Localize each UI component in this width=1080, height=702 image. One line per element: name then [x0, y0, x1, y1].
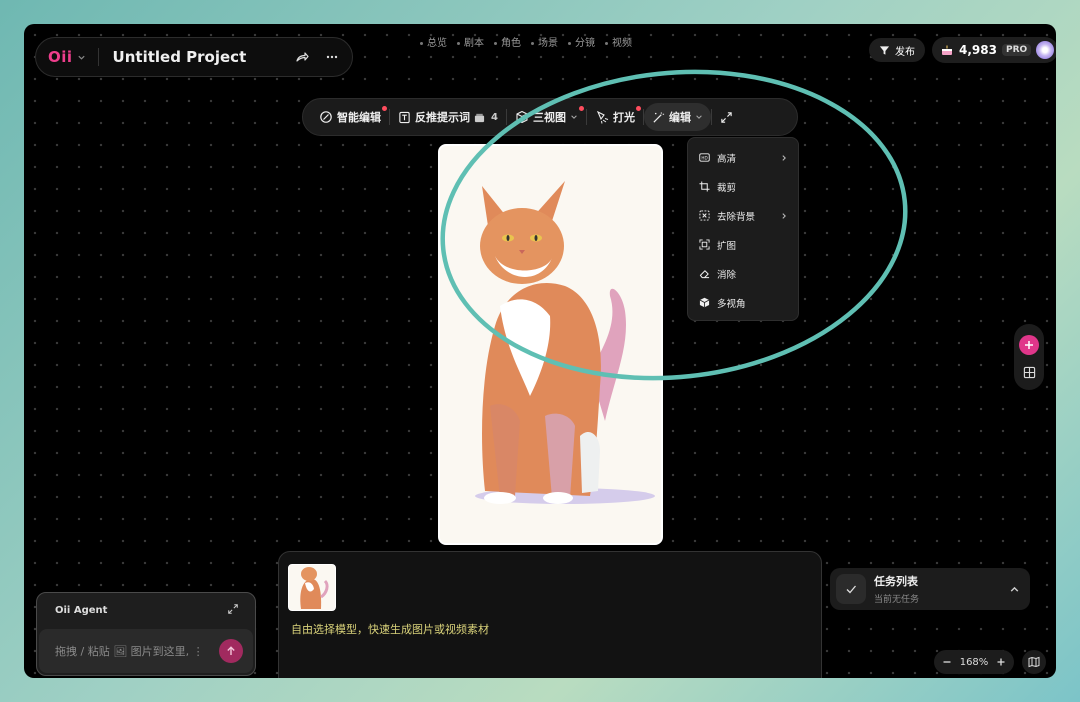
- add-node-button[interactable]: [1019, 335, 1039, 356]
- three-view-button[interactable]: 三视图: [507, 103, 586, 131]
- menu-item-expand-image[interactable]: 扩图: [688, 230, 798, 259]
- menu-item-crop[interactable]: 裁剪: [688, 172, 798, 201]
- app-window: Oii Untitled Project 总览 剧本 角色 场景 分镜 视频 发…: [24, 24, 1056, 678]
- zoom-level: 168%: [959, 656, 989, 668]
- menu-item-hd[interactable]: HD 高清: [688, 143, 798, 172]
- expand-icon[interactable]: [227, 603, 239, 615]
- project-header: Oii Untitled Project: [35, 37, 353, 77]
- reverse-prompt-count: 4: [491, 111, 498, 123]
- notification-dot: [635, 106, 641, 111]
- chevron-right-icon: [782, 212, 786, 219]
- more-icon[interactable]: [324, 49, 340, 65]
- nav-item-characters[interactable]: 角色: [494, 34, 521, 49]
- check-icon: [836, 574, 866, 604]
- reverse-prompt-button[interactable]: 反推提示词 4: [390, 103, 506, 131]
- minus-icon[interactable]: [942, 657, 952, 667]
- plus-icon[interactable]: [996, 657, 1006, 667]
- menu-item-erase[interactable]: 消除: [688, 259, 798, 288]
- fullscreen-button[interactable]: [712, 103, 741, 131]
- svg-text:HD: HD: [701, 155, 707, 160]
- menu-item-multi-view[interactable]: 多视角: [688, 288, 798, 317]
- credits-value: 4,983: [959, 43, 997, 57]
- side-toolbar: [1014, 324, 1044, 390]
- agent-panel: Oii Agent: [36, 592, 256, 676]
- generator-hint: 自由选择模型，快速生成图片或视频素材: [291, 623, 489, 636]
- agent-title: Oii Agent: [55, 605, 108, 616]
- chevron-down-icon[interactable]: [77, 53, 86, 62]
- cat-thumbnail-image: [289, 565, 334, 609]
- arrow-up-icon: [227, 646, 235, 655]
- send-button[interactable]: [219, 639, 243, 663]
- cat-illustration: [440, 146, 661, 543]
- remove-bg-icon: [698, 210, 710, 222]
- edit-button[interactable]: 编辑: [643, 103, 711, 131]
- app-logo[interactable]: Oii: [48, 48, 73, 66]
- eraser-icon: [698, 268, 710, 280]
- task-text: 任务列表 当前无任务: [874, 573, 1009, 605]
- crop-icon: [698, 181, 710, 193]
- image-toolbar: 智能编辑 反推提示词 4 三视图 打光 编辑: [302, 98, 798, 136]
- agent-input-box: [39, 629, 253, 673]
- minimap-button[interactable]: [1022, 650, 1046, 674]
- publish-button[interactable]: 发布: [869, 38, 925, 62]
- nav-item-storyboard[interactable]: 分镜: [568, 34, 595, 49]
- top-nav: 总览 剧本 角色 场景 分镜 视频: [420, 34, 632, 49]
- cake-icon: [942, 45, 952, 55]
- nav-item-video[interactable]: 视频: [605, 34, 632, 49]
- generator-panel[interactable]: 自由选择模型，快速生成图片或视频素材: [278, 551, 822, 678]
- magic-edit-icon: [320, 111, 332, 123]
- agent-input[interactable]: [55, 644, 219, 658]
- menu-item-remove-background[interactable]: 去除背景: [688, 201, 798, 230]
- text-prompt-icon: [399, 111, 410, 123]
- task-list-status: 当前无任务: [874, 595, 920, 605]
- chevron-up-icon[interactable]: [1009, 584, 1020, 595]
- zoom-control: 168%: [934, 650, 1014, 674]
- map-icon: [1028, 656, 1040, 668]
- expand-icon: [721, 111, 732, 123]
- lighting-button[interactable]: 打光: [587, 103, 643, 131]
- divider: [97, 48, 99, 66]
- cube-outline-icon: [516, 110, 528, 124]
- publish-label: 发布: [895, 46, 915, 58]
- wand-icon: [653, 111, 665, 123]
- avatar[interactable]: [1036, 41, 1055, 59]
- project-title[interactable]: Untitled Project: [113, 48, 280, 66]
- hd-icon: HD: [698, 152, 710, 164]
- lamp-icon: [596, 110, 609, 124]
- smart-edit-button[interactable]: 智能编辑: [311, 103, 389, 131]
- share-icon[interactable]: [294, 49, 310, 65]
- filter-icon: [879, 45, 890, 55]
- stack-icon: [474, 113, 485, 122]
- layout-grid-icon[interactable]: [1023, 366, 1036, 379]
- nav-item-overview[interactable]: 总览: [420, 34, 447, 49]
- expand-image-icon: [698, 239, 710, 251]
- cube-icon: [698, 297, 710, 309]
- nav-item-scenes[interactable]: 场景: [531, 34, 558, 49]
- plus-icon: [1025, 341, 1033, 350]
- notification-dot: [382, 106, 387, 111]
- reference-thumbnail[interactable]: [288, 564, 336, 611]
- canvas-image-cat[interactable]: [438, 144, 663, 545]
- chevron-down-icon: [571, 115, 577, 119]
- chevron-right-icon: [782, 154, 786, 161]
- task-list-title: 任务列表: [874, 575, 918, 588]
- notification-dot: [578, 106, 584, 111]
- plan-badge: PRO: [1001, 44, 1032, 56]
- chevron-down-icon: [696, 115, 702, 119]
- nav-item-script[interactable]: 剧本: [457, 34, 484, 49]
- edit-dropdown-menu: HD 高清 裁剪 去除背景 扩图 消除 多视角: [687, 137, 799, 321]
- task-list-panel[interactable]: 任务列表 当前无任务: [830, 568, 1030, 610]
- credits-badge[interactable]: 4,983 PRO: [932, 37, 1056, 63]
